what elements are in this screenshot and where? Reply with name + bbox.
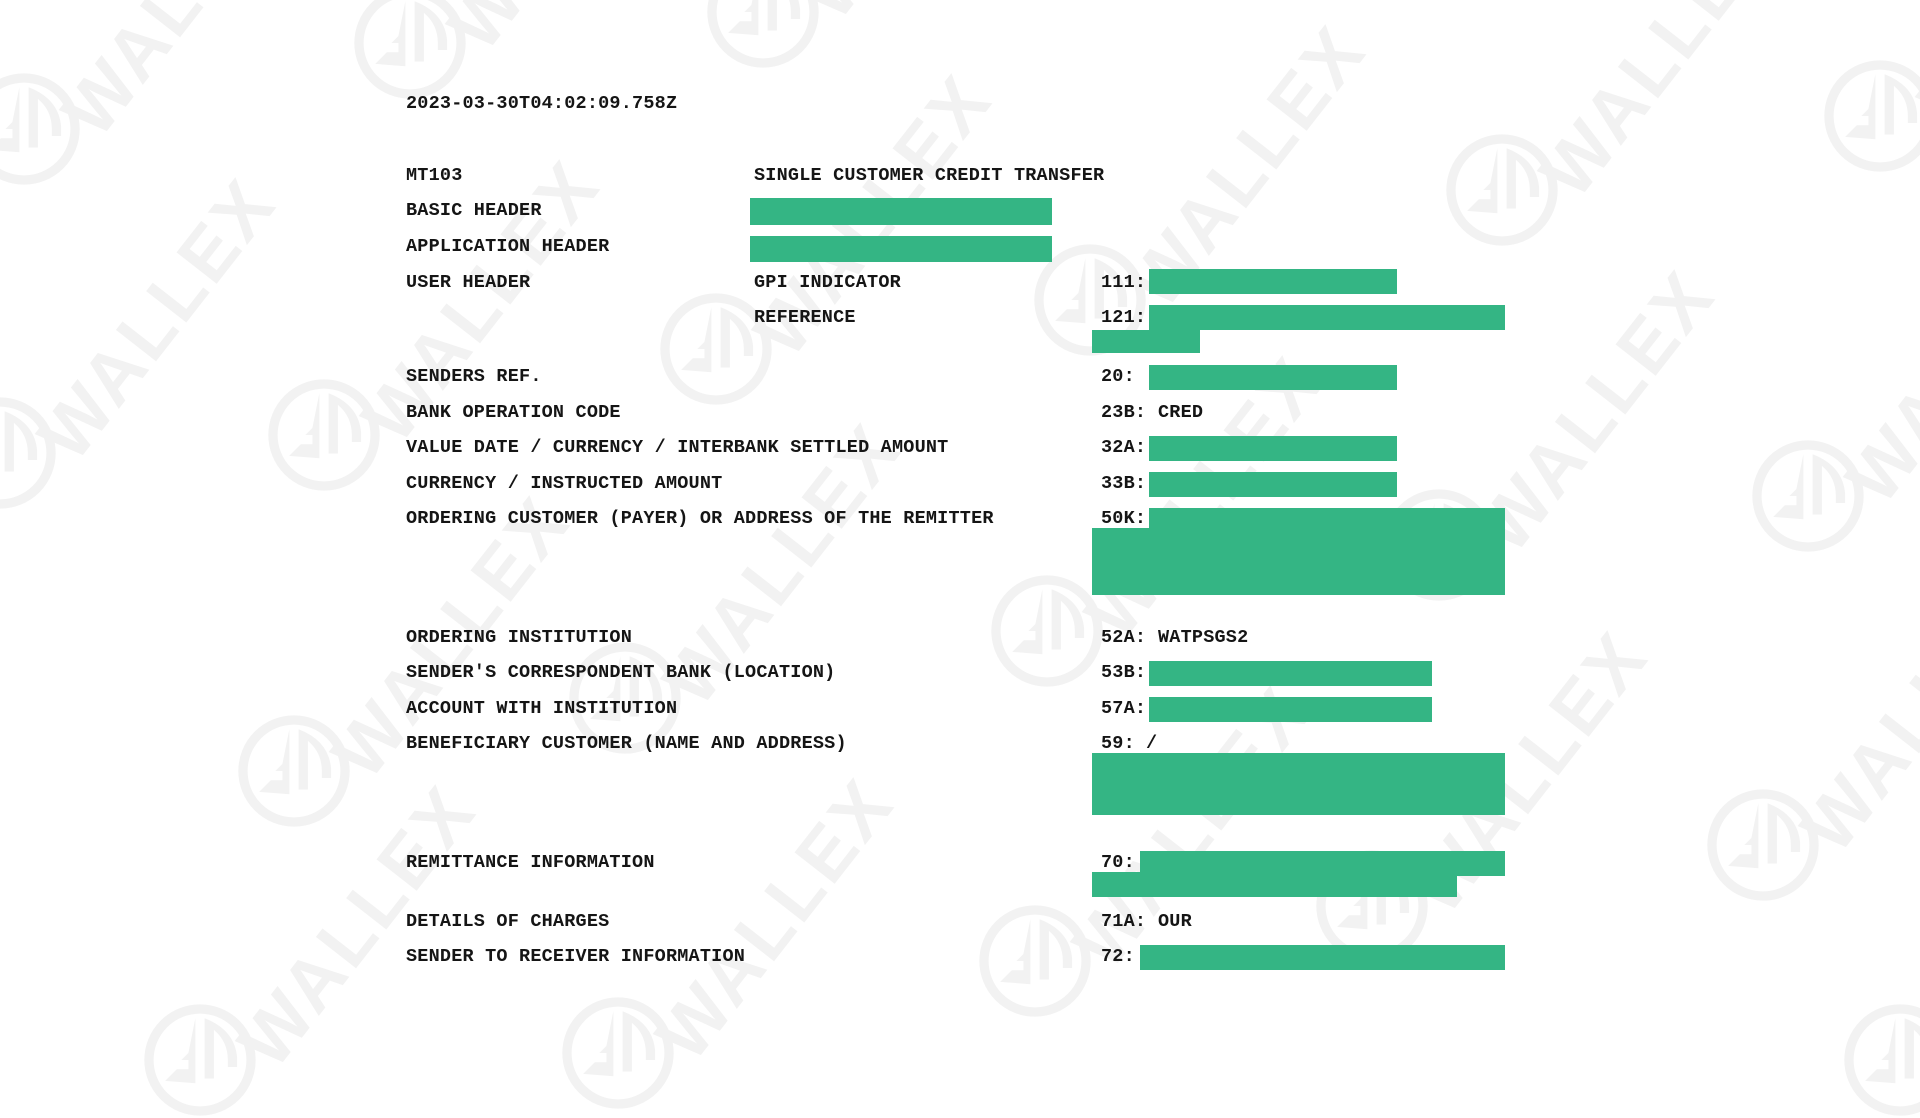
timestamp: 2023-03-30T04:02:09.758Z	[406, 93, 678, 114]
reference-tag: 121:	[1101, 307, 1147, 328]
correspondent-bank-redaction	[1149, 661, 1432, 686]
field-tag-53b: 53B:	[1101, 662, 1147, 683]
application-header-redaction	[750, 236, 1052, 262]
field-tag-32a: 32A:	[1101, 437, 1147, 458]
value-date-redaction	[1149, 436, 1397, 461]
field-label-senders-ref: SENDERS REF.	[406, 366, 542, 387]
mt103-document: 2023-03-30T04:02:09.758Z MT103 SINGLE CU…	[0, 0, 1920, 1080]
account-with-institution-redaction	[1149, 697, 1432, 722]
field-tag-33b: 33B:	[1101, 473, 1147, 494]
field-label-sender-to-receiver: SENDER TO RECEIVER INFORMATION	[406, 946, 746, 967]
remittance-information-redaction-line2	[1092, 872, 1457, 897]
field-label-beneficiary-customer: BENEFICIARY CUSTOMER (NAME AND ADDRESS)	[406, 733, 847, 754]
field-tag-71a: 71A:	[1101, 911, 1147, 932]
user-header-label: USER HEADER	[406, 272, 531, 293]
field-tag-57a: 57A:	[1101, 698, 1147, 719]
field-label-remittance-information: REMITTANCE INFORMATION	[406, 852, 655, 873]
details-of-charges-value: OUR	[1158, 911, 1192, 932]
field-label-ordering-institution: ORDERING INSTITUTION	[406, 627, 633, 648]
field-tag-50k: 50K:	[1101, 508, 1147, 529]
field-tag-20: 20:	[1101, 366, 1135, 387]
ordering-customer-redaction	[1149, 508, 1505, 529]
field-label-value-date: VALUE DATE / CURRENCY / INTERBANK SETTLE…	[406, 437, 949, 458]
basic-header-redaction	[750, 198, 1052, 225]
field-label-instructed-amount: CURRENCY / INSTRUCTED AMOUNT	[406, 473, 723, 494]
field-label-bank-operation-code: BANK OPERATION CODE	[406, 402, 621, 423]
beneficiary-customer-redaction	[1092, 753, 1505, 815]
field-label-details-of-charges: DETAILS OF CHARGES	[406, 911, 610, 932]
ordering-customer-redaction-block	[1092, 528, 1505, 595]
basic-header-label: BASIC HEADER	[406, 200, 542, 221]
instructed-amount-redaction	[1149, 472, 1397, 497]
field-tag-72: 72:	[1101, 946, 1135, 967]
gpi-indicator-tag: 111:	[1101, 272, 1147, 293]
reference-redaction-line2	[1092, 330, 1200, 353]
application-header-label: APPLICATION HEADER	[406, 236, 610, 257]
gpi-indicator-redaction	[1149, 269, 1397, 294]
reference-redaction	[1149, 305, 1505, 330]
field-tag-59: 59:	[1101, 733, 1135, 754]
beneficiary-customer-value: /	[1146, 733, 1158, 754]
field-label-account-with-institution: ACCOUNT WITH INSTITUTION	[406, 698, 678, 719]
message-type: MT103	[406, 165, 463, 186]
bank-operation-code-value: CRED	[1158, 402, 1204, 423]
reference-label: REFERENCE	[754, 307, 856, 328]
message-type-name: SINGLE CUSTOMER CREDIT TRANSFER	[754, 165, 1105, 186]
gpi-indicator-label: GPI INDICATOR	[754, 272, 901, 293]
senders-ref-redaction	[1149, 365, 1397, 390]
sender-to-receiver-redaction	[1140, 945, 1505, 970]
field-tag-52a: 52A:	[1101, 627, 1147, 648]
field-tag-70: 70:	[1101, 852, 1135, 873]
ordering-institution-value: WATPSGS2	[1158, 627, 1249, 648]
field-tag-23b: 23B:	[1101, 402, 1147, 423]
field-label-correspondent-bank: SENDER'S CORRESPONDENT BANK (LOCATION)	[406, 662, 836, 683]
field-label-ordering-customer: ORDERING CUSTOMER (PAYER) OR ADDRESS OF …	[406, 508, 994, 529]
